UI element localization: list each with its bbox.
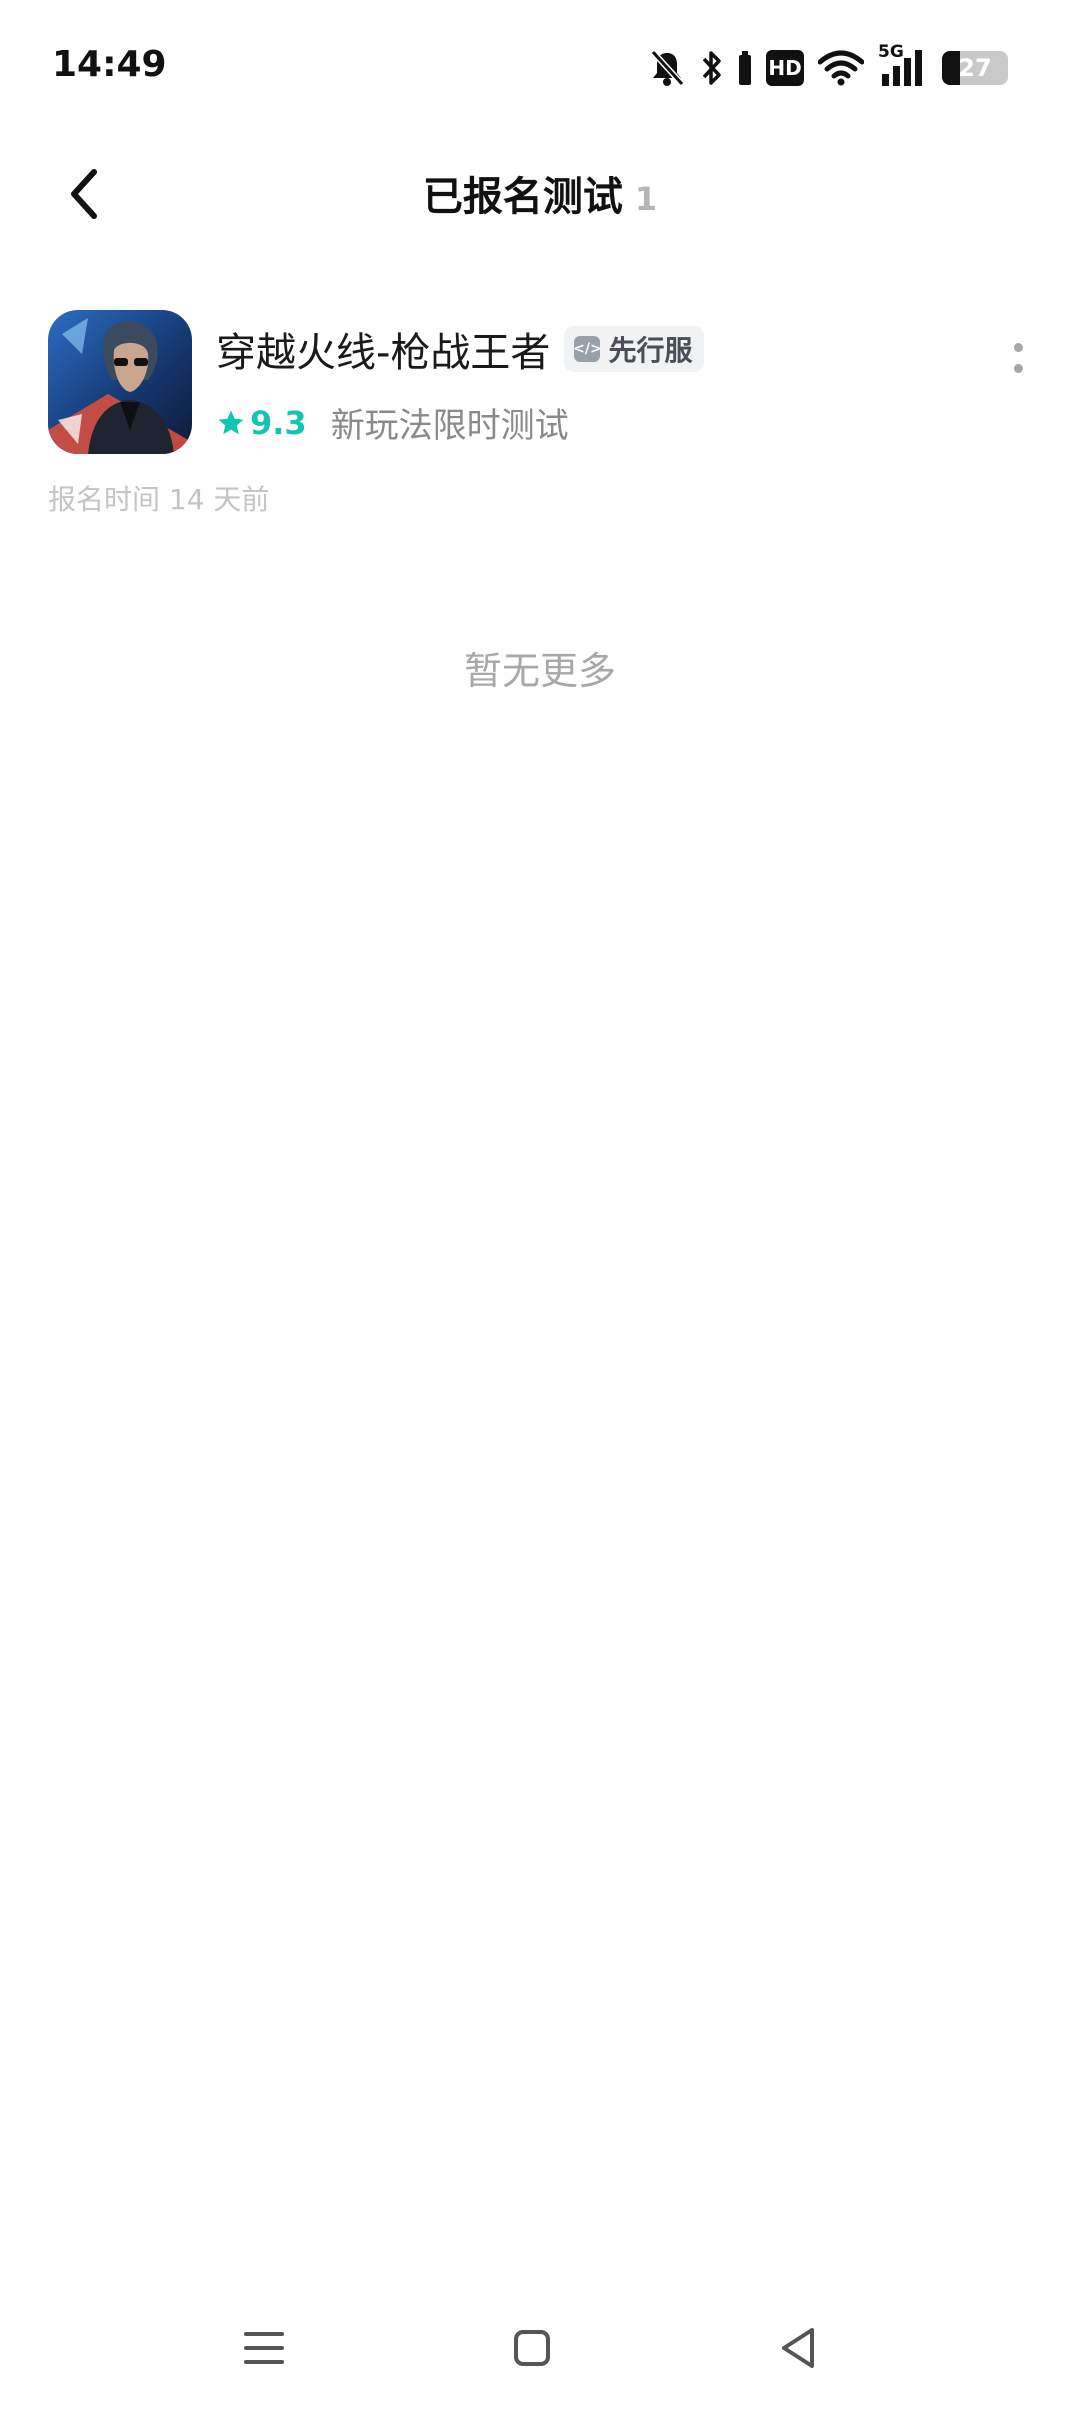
- header: 已报名测试 1: [0, 130, 1080, 260]
- bluetooth-icon: [700, 48, 724, 88]
- battery-mini-icon: [738, 51, 752, 85]
- game-description: 新玩法限时测试: [330, 406, 569, 446]
- title-count: 1: [634, 180, 658, 218]
- back-triangle-icon: [782, 2328, 814, 2368]
- home-square-icon: [514, 2330, 550, 2366]
- battery-icon: 27: [942, 51, 1008, 85]
- list-end-text: 暂无更多: [463, 649, 616, 693]
- more-options-button[interactable]: [998, 328, 1038, 388]
- menu-icon: [244, 2332, 284, 2364]
- rating-value: 9.3: [250, 403, 307, 442]
- bell-off-icon: [648, 48, 686, 88]
- game-title[interactable]: 穿越火线-枪战王者: [216, 320, 550, 378]
- wifi-icon: [818, 50, 864, 86]
- menu-button[interactable]: [224, 2308, 304, 2388]
- star-icon: [218, 410, 244, 434]
- more-dot-icon: [1013, 343, 1023, 352]
- home-button[interactable]: [492, 2308, 572, 2388]
- battery-level: 27: [958, 54, 992, 82]
- code-icon: </>: [573, 336, 602, 362]
- status-time: 14:49: [52, 44, 167, 85]
- signup-time: 报名时间 14 天前: [48, 483, 270, 516]
- hd-icon: HD: [766, 50, 804, 86]
- badge-label: 先行服: [608, 334, 693, 367]
- system-nav-bar: [0, 2282, 1080, 2412]
- game-card[interactable]: 穿越火线-枪战王者 </> 先行服 9.3 新玩法限时测试 报名时间 14 天前: [48, 310, 1038, 520]
- battery-fill: [942, 51, 960, 85]
- game-title-row: 穿越火线-枪战王者 </> 先行服: [216, 320, 705, 378]
- network-label: 5G: [878, 42, 904, 62]
- more-dot-icon: [1013, 364, 1023, 373]
- screen: 14:49 HD 5G 27 已报名测试 1 穿越火线-枪战王者 </> 先行服…: [0, 0, 1080, 2412]
- status-icons: HD 5G 27: [648, 42, 1008, 92]
- back-nav-button[interactable]: [758, 2308, 838, 2388]
- header-title-wrap: 已报名测试 1: [0, 164, 1080, 222]
- page-title: 已报名测试: [422, 174, 623, 220]
- status-bar: 14:49 HD 5G 27: [0, 0, 1080, 130]
- 5g-signal-icon: 5G: [878, 42, 928, 88]
- server-badge: </> 先行服: [564, 326, 705, 372]
- rating-row: 9.3 新玩法限时测试: [216, 398, 569, 447]
- game-icon[interactable]: [48, 310, 192, 454]
